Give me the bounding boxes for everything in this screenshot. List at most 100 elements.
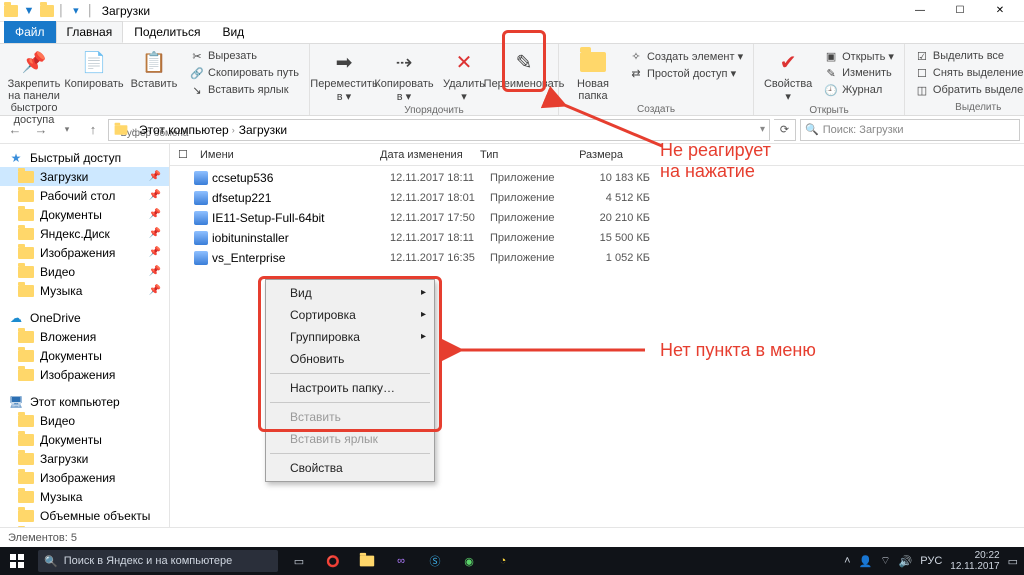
taskbar-app-iobit[interactable]: ◉ (452, 547, 486, 575)
folder-icon (4, 4, 18, 18)
copy-path-button[interactable]: 🔗Скопировать путь (186, 65, 303, 81)
taskbar-app-browser[interactable]: ⭕ (316, 547, 350, 575)
select-none-button[interactable]: ☐Снять выделение (911, 65, 1024, 81)
col-name: Имени (192, 149, 372, 161)
tab-view[interactable]: Вид (211, 21, 255, 43)
file-row[interactable]: ccsetup53612.11.2017 18:11Приложение10 1… (170, 168, 1024, 188)
breadcrumb-root[interactable]: › (113, 124, 135, 136)
paste-button[interactable]: 📋Вставить (126, 46, 182, 90)
ctx-view[interactable]: Вид▸ (268, 282, 432, 304)
refresh-button[interactable]: ⟳ (774, 119, 796, 141)
invert-selection-button[interactable]: ◫Обратить выделение (911, 82, 1024, 98)
tray-lang[interactable]: РУС (920, 555, 942, 567)
breadcrumb-folder[interactable]: Загрузки (239, 123, 287, 137)
sidebar-item[interactable]: Видео📌 (0, 262, 169, 281)
sidebar-item[interactable]: Рабочий стол (0, 525, 169, 527)
col-type: Тип (472, 149, 562, 161)
easy-access-button[interactable]: ⇄Простой доступ ▾ (625, 65, 747, 81)
move-to-button[interactable]: ➡Переместить в ▾ (316, 46, 372, 103)
task-view-button[interactable]: ▭ (282, 547, 316, 575)
tab-home[interactable]: Главная (56, 21, 124, 43)
status-count: Элементов: 5 (8, 532, 77, 544)
delete-button[interactable]: ✕Удалить ▾ (436, 46, 492, 103)
cut-button[interactable]: ✂Вырезать (186, 48, 303, 64)
status-bar: Элементов: 5 (0, 527, 1024, 547)
nav-forward-button[interactable]: → (30, 119, 52, 141)
sidebar-item[interactable]: Вложения (0, 327, 169, 346)
ctx-refresh[interactable]: Обновить (268, 348, 432, 370)
taskbar-app-yadisk[interactable]: ◔ (486, 547, 520, 575)
title-bar: ▼ │ ▾ │ Загрузки — ☐ ✕ (0, 0, 1024, 22)
context-menu: Вид▸ Сортировка▸ Группировка▸ Обновить Н… (265, 279, 435, 482)
nav-recent-button[interactable]: ▾ (56, 119, 78, 141)
ctx-group[interactable]: Группировка▸ (268, 326, 432, 348)
sidebar-item[interactable]: Документы (0, 346, 169, 365)
tab-share[interactable]: Поделиться (123, 21, 211, 43)
sidebar-quick-access[interactable]: ★Быстрый доступ (0, 148, 169, 167)
taskbar-app-explorer[interactable] (350, 547, 384, 575)
tray-volume-icon[interactable]: 🔊 (899, 555, 913, 568)
breadcrumb-pc[interactable]: Этот компьютер› (139, 123, 235, 137)
ctx-sort[interactable]: Сортировка▸ (268, 304, 432, 326)
file-row[interactable]: vs_Enterprise12.11.2017 16:35Приложение1… (170, 248, 1024, 268)
tray-network-icon[interactable]: ⌔ (880, 554, 890, 568)
sidebar-item[interactable]: Музыка📌 (0, 281, 169, 300)
down-arrow-icon[interactable]: ▼ (22, 4, 36, 18)
close-button[interactable]: ✕ (980, 0, 1020, 22)
qat-open-icon[interactable]: ▾ (69, 4, 83, 18)
annotation-text-1: Не реагирует на нажатие (660, 140, 771, 182)
ctx-properties[interactable]: Свойства (268, 457, 432, 479)
edit-button[interactable]: ✎Изменить (820, 65, 898, 81)
pin-quick-access-button[interactable]: 📌Закрепить на панели быстрого доступа (6, 46, 62, 126)
sidebar-item[interactable]: Изображения📌 (0, 243, 169, 262)
folder-icon (40, 4, 54, 18)
file-row[interactable]: dfsetup22112.11.2017 18:01Приложение4 51… (170, 188, 1024, 208)
tray-notifications-icon[interactable]: ▭ (1008, 555, 1018, 568)
group-select-label: Выделить (911, 100, 1024, 115)
tray-people-icon[interactable]: 👤 (859, 555, 873, 568)
search-box[interactable]: 🔍 Поиск: Загрузки (800, 119, 1020, 141)
sidebar-this-pc[interactable]: 🖥Этот компьютер (0, 392, 169, 411)
sidebar-item[interactable]: Документы📌 (0, 205, 169, 224)
properties-button[interactable]: ✔Свойства ▾ (760, 46, 816, 103)
sidebar-item[interactable]: Яндекс.Диск📌 (0, 224, 169, 243)
sidebar-item[interactable]: Загрузки📌 (0, 167, 169, 186)
sidebar-item[interactable]: Видео (0, 411, 169, 430)
maximize-button[interactable]: ☐ (940, 0, 980, 22)
taskbar-search[interactable]: 🔍Поиск в Яндекс и на компьютере (38, 550, 278, 572)
taskbar: 🔍Поиск в Яндекс и на компьютере ▭ ⭕ ∞ Ⓢ … (0, 547, 1024, 575)
sidebar-item[interactable]: Документы (0, 430, 169, 449)
tray-clock[interactable]: 20:22 12.11.2017 (950, 550, 999, 572)
sidebar-item[interactable]: Рабочий стол📌 (0, 186, 169, 205)
copy-to-button[interactable]: ⇢Копировать в ▾ (376, 46, 432, 103)
file-list-pane: ☐ Имени Дата изменения Тип Размера ccset… (170, 144, 1024, 527)
minimize-button[interactable]: — (900, 0, 940, 22)
sidebar-onedrive[interactable]: ☁OneDrive (0, 308, 169, 327)
rename-button[interactable]: ✎Переименовать (496, 46, 552, 90)
sidebar-item[interactable]: Загрузки (0, 449, 169, 468)
sidebar-item[interactable]: Изображения (0, 468, 169, 487)
sidebar-item[interactable]: Объемные объекты (0, 506, 169, 525)
sidebar-item[interactable]: Музыка (0, 487, 169, 506)
annotation-arrow-1 (552, 96, 672, 159)
nav-up-button[interactable]: ↑ (82, 119, 104, 141)
taskbar-app-skype[interactable]: Ⓢ (418, 547, 452, 575)
open-button[interactable]: ▣Открыть ▾ (820, 48, 898, 64)
nav-back-button[interactable]: ← (4, 119, 26, 141)
file-row[interactable]: iobituninstaller12.11.2017 18:11Приложен… (170, 228, 1024, 248)
history-button[interactable]: 🕘Журнал (820, 82, 898, 98)
copy-button[interactable]: 📄Копировать (66, 46, 122, 90)
ribbon: 📌Закрепить на панели быстрого доступа 📄К… (0, 44, 1024, 116)
taskbar-app-vs[interactable]: ∞ (384, 547, 418, 575)
start-button[interactable] (0, 547, 34, 575)
paste-shortcut-button[interactable]: ↘Вставить ярлык (186, 82, 303, 98)
ctx-customize[interactable]: Настроить папку… (268, 377, 432, 399)
file-row[interactable]: IE11-Setup-Full-64bit12.11.2017 17:50При… (170, 208, 1024, 228)
select-all-button[interactable]: ☑Выделить все (911, 48, 1024, 64)
ribbon-tabs: Файл Главная Поделиться Вид (0, 22, 1024, 44)
tab-file[interactable]: Файл (4, 21, 56, 43)
new-item-button[interactable]: ✧Создать элемент ▾ (625, 48, 747, 64)
tray-overflow-icon[interactable]: ˄ (844, 555, 850, 567)
new-folder-button[interactable]: Новая папка (565, 46, 621, 102)
sidebar-item[interactable]: Изображения (0, 365, 169, 384)
